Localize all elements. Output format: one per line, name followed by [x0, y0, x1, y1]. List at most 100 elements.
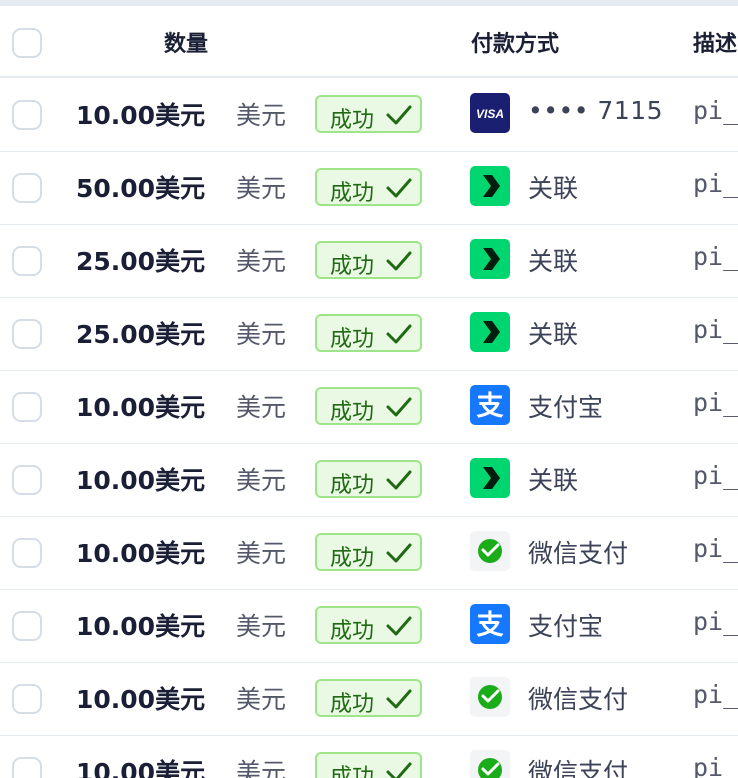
- description-value: pi_: [693, 607, 738, 636]
- checkmark-icon: [385, 468, 413, 492]
- row-checkbox[interactable]: [12, 684, 42, 714]
- table-row[interactable]: 10.00美元 美元 成功 关联 pi_: [0, 443, 738, 517]
- description-value: pi_: [693, 242, 738, 271]
- table-row[interactable]: 25.00美元 美元 成功 关联 pi_: [0, 297, 738, 371]
- status-badge: 成功: [315, 314, 422, 352]
- wechat-pay-icon: [470, 677, 510, 717]
- row-checkbox[interactable]: [12, 465, 42, 495]
- currency-label: 美元: [236, 466, 287, 495]
- status-badge: 成功: [315, 460, 422, 498]
- link-icon: [470, 166, 510, 206]
- checkmark-icon: [385, 322, 413, 346]
- checkmark-icon: [385, 103, 413, 127]
- row-checkbox[interactable]: [12, 392, 42, 422]
- amount-value: 25.00美元: [76, 320, 206, 349]
- row-checkbox[interactable]: [12, 246, 42, 276]
- amount-value: 10.00美元: [76, 393, 206, 422]
- status-label: 成功: [330, 254, 375, 279]
- description-value: pi_: [693, 461, 738, 490]
- currency-label: 美元: [236, 101, 287, 130]
- wechat-pay-icon: [470, 750, 510, 778]
- amount-value: 10.00美元: [76, 758, 206, 778]
- checkmark-icon: [385, 395, 413, 419]
- table-row[interactable]: 10.00美元 美元 成功 微信支付 pi_: [0, 662, 738, 736]
- status-label: 成功: [330, 181, 375, 206]
- status-label: 成功: [330, 327, 375, 352]
- amount-value: 10.00美元: [76, 612, 206, 641]
- checkmark-icon: [385, 614, 413, 638]
- column-header-amount[interactable]: 数量: [164, 26, 208, 58]
- column-header-description[interactable]: 描述: [693, 26, 737, 58]
- table-row[interactable]: 50.00美元 美元 成功 关联 pi_: [0, 151, 738, 225]
- payment-method-label: 微信支付: [528, 758, 629, 778]
- payment-method-label: 关联: [528, 174, 579, 203]
- payment-method-label: 支付宝: [528, 612, 604, 641]
- row-checkbox[interactable]: [12, 100, 42, 130]
- checkmark-icon: [385, 687, 413, 711]
- alipay-icon: 支: [470, 604, 510, 644]
- currency-label: 美元: [236, 247, 287, 276]
- description-value: pi_: [693, 680, 738, 709]
- visa-icon: VISA: [470, 93, 510, 133]
- description-value: pi_: [693, 315, 738, 344]
- amount-value: 10.00美元: [76, 539, 206, 568]
- link-icon: [470, 458, 510, 498]
- row-checkbox[interactable]: [12, 611, 42, 641]
- amount-value: 10.00美元: [76, 101, 206, 130]
- currency-label: 美元: [236, 539, 287, 568]
- currency-label: 美元: [236, 758, 287, 778]
- status-badge: 成功: [315, 606, 422, 644]
- description-value: pi_: [693, 96, 738, 125]
- payment-method-label: 微信支付: [528, 539, 629, 568]
- table-row[interactable]: 10.00美元 美元 成功 微信支付 pi_: [0, 516, 738, 590]
- status-label: 成功: [330, 546, 375, 571]
- checkmark-icon: [385, 249, 413, 273]
- status-label: 成功: [330, 619, 375, 644]
- row-checkbox[interactable]: [12, 319, 42, 349]
- row-checkbox[interactable]: [12, 173, 42, 203]
- select-all-checkbox[interactable]: [12, 28, 42, 58]
- description-value: pi_: [693, 388, 738, 417]
- table-row[interactable]: 25.00美元 美元 成功 关联 pi_: [0, 224, 738, 298]
- payment-method-label: 关联: [528, 247, 579, 276]
- row-checkbox[interactable]: [12, 538, 42, 568]
- status-badge: 成功: [315, 95, 422, 133]
- checkmark-icon: [385, 176, 413, 200]
- payment-method-label: 支付宝: [528, 393, 604, 422]
- currency-label: 美元: [236, 612, 287, 641]
- column-header-payment-method[interactable]: 付款方式: [471, 26, 559, 58]
- status-label: 成功: [330, 108, 375, 133]
- link-icon: [470, 312, 510, 352]
- amount-value: 10.00美元: [76, 685, 206, 714]
- payment-method-label: 关联: [528, 320, 579, 349]
- description-value: pi_: [693, 169, 738, 198]
- status-badge: 成功: [315, 241, 422, 279]
- status-label: 成功: [330, 765, 375, 778]
- wechat-pay-icon: [470, 531, 510, 571]
- table-row[interactable]: 10.00美元 美元 成功 支支付宝 pi_: [0, 589, 738, 663]
- checkmark-icon: [385, 760, 413, 778]
- status-badge: 成功: [315, 752, 422, 778]
- status-label: 成功: [330, 400, 375, 425]
- status-badge: 成功: [315, 168, 422, 206]
- table-row[interactable]: 10.00美元 美元 成功 支支付宝 pi_: [0, 370, 738, 444]
- payment-method-label: 关联: [528, 466, 579, 495]
- amount-value: 25.00美元: [76, 247, 206, 276]
- alipay-icon: 支: [470, 385, 510, 425]
- checkmark-icon: [385, 541, 413, 565]
- description-value: pi_: [693, 753, 738, 778]
- currency-label: 美元: [236, 685, 287, 714]
- row-checkbox[interactable]: [12, 757, 42, 778]
- status-badge: 成功: [315, 387, 422, 425]
- currency-label: 美元: [236, 393, 287, 422]
- status-label: 成功: [330, 692, 375, 717]
- currency-label: 美元: [236, 320, 287, 349]
- table-header-row: 数量 付款方式 描述: [0, 6, 738, 78]
- table-row[interactable]: 10.00美元 美元 成功 微信支付 pi_: [0, 735, 738, 778]
- currency-label: 美元: [236, 174, 287, 203]
- amount-value: 10.00美元: [76, 466, 206, 495]
- status-badge: 成功: [315, 679, 422, 717]
- table-row[interactable]: 10.00美元 美元 成功 VISA •••• 7115 pi_: [0, 78, 738, 152]
- svg-text:支: 支: [477, 610, 504, 641]
- payments-table: 数量 付款方式 描述 10.00美元 美元 成功 VISA •••• 7115 pi_ 50…: [0, 0, 738, 778]
